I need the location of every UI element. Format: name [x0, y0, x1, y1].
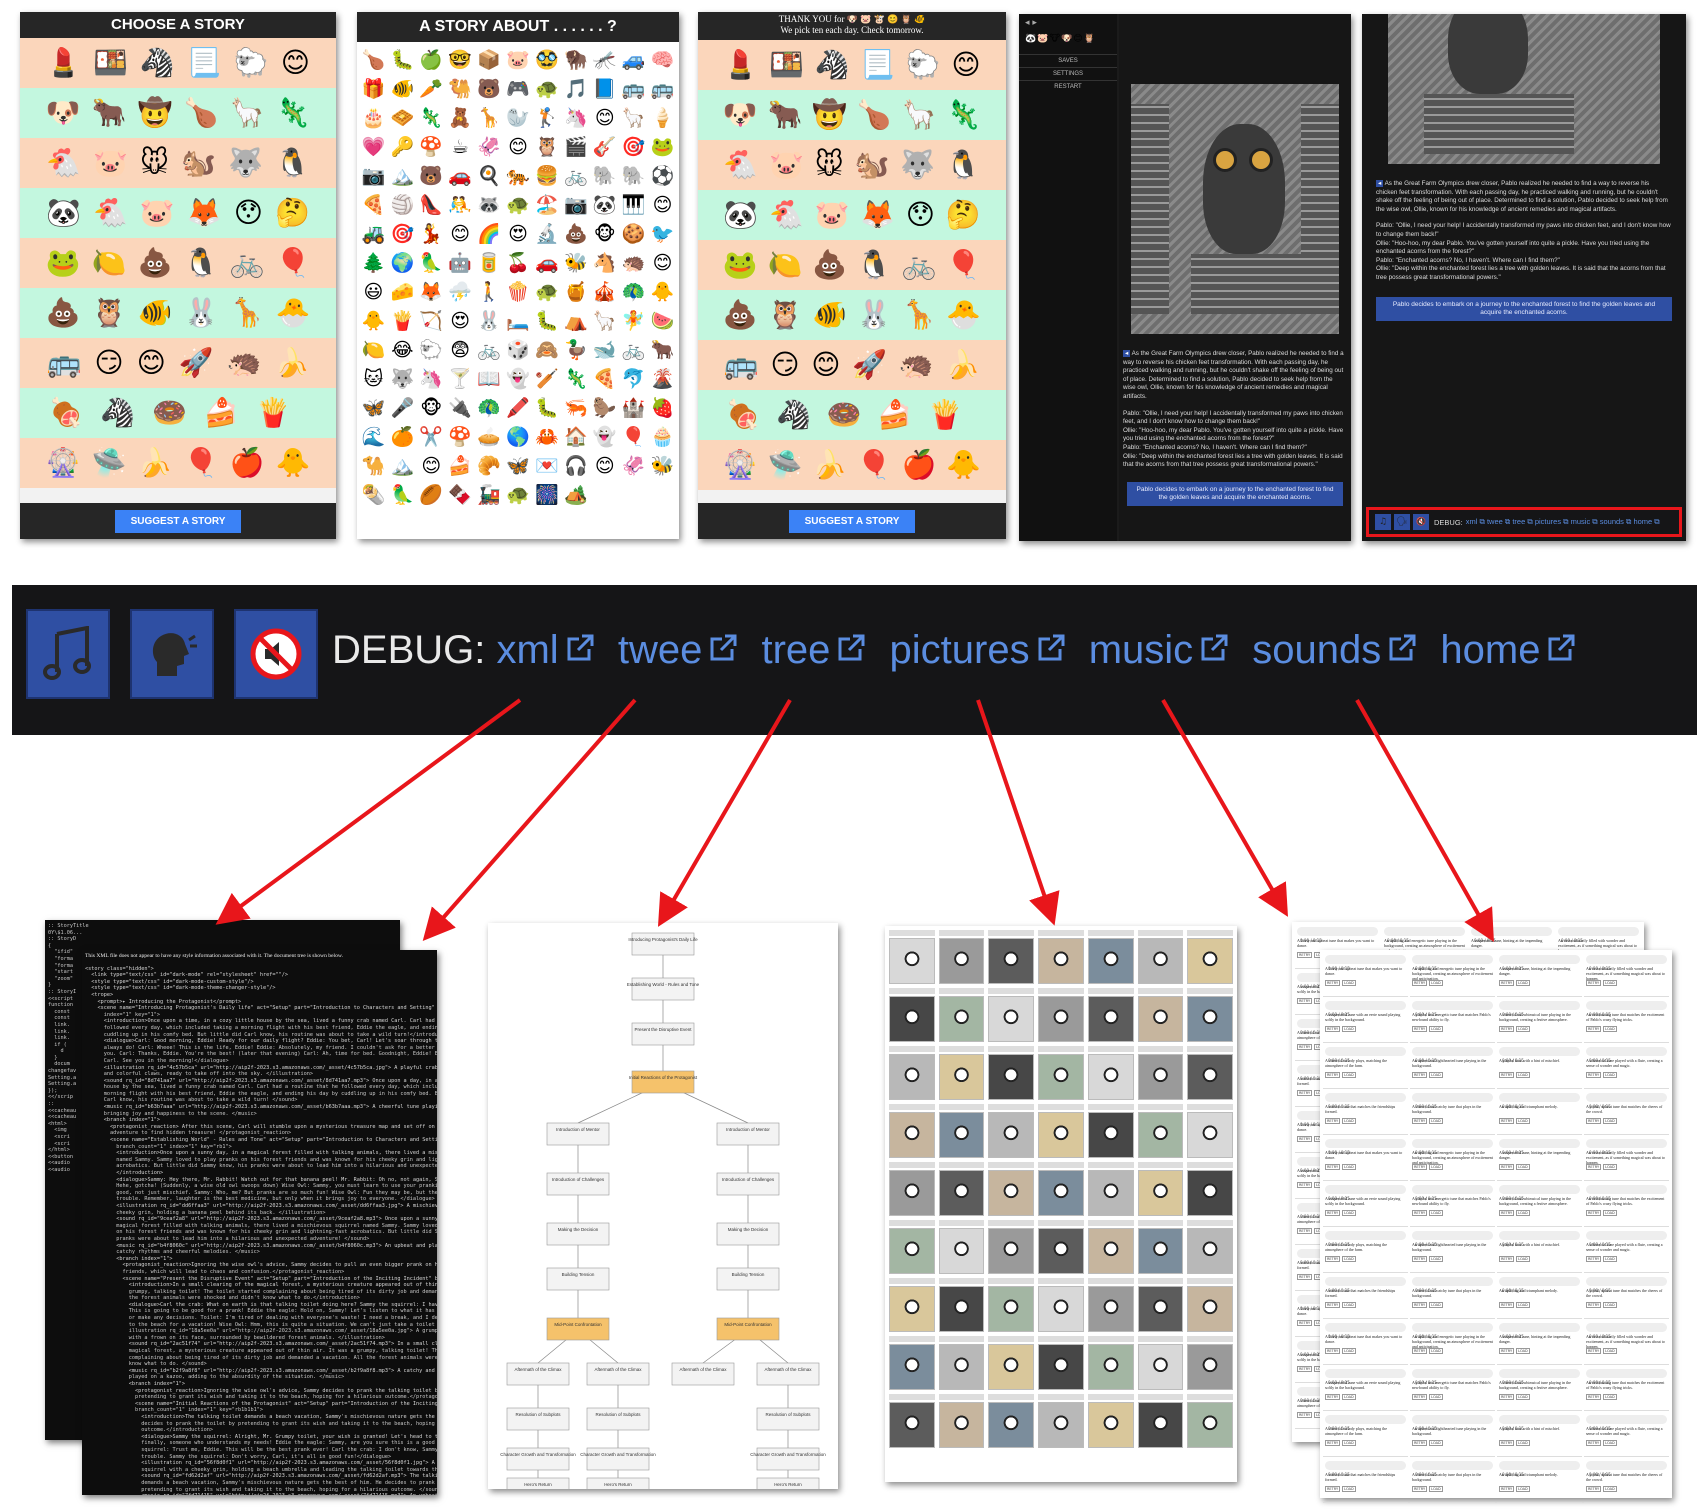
twee-arrow [422, 698, 637, 942]
tree-arrow [657, 698, 792, 927]
sounds-arrow [1355, 699, 1494, 942]
red-arrows [215, 698, 1494, 942]
music-arrow [1161, 699, 1288, 917]
pictures-arrow [976, 699, 1060, 926]
arrow-overlay [215, 698, 1494, 942]
xml-arrow [215, 698, 522, 925]
